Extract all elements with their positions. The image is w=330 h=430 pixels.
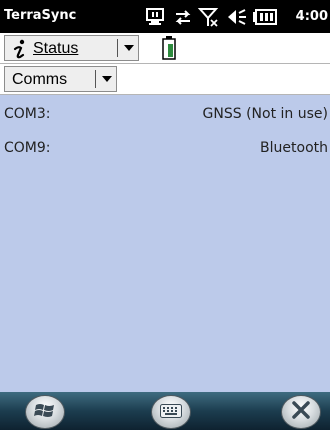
dropdown-separator <box>117 39 118 57</box>
info-icon <box>11 38 29 60</box>
taskbar <box>0 392 330 430</box>
connectivity-icon[interactable] <box>142 0 168 33</box>
close-button[interactable] <box>281 395 321 429</box>
keyboard-icon <box>160 403 182 422</box>
chevron-down-icon <box>124 45 134 51</box>
comms-dropdown-label: Comms <box>12 71 68 88</box>
title-bar: TerraSync 4:00 <box>0 0 330 33</box>
start-button[interactable] <box>25 395 65 429</box>
chevron-down-icon <box>102 76 112 82</box>
comms-dropdown[interactable]: Comms <box>4 66 117 92</box>
signal-off-icon[interactable] <box>196 0 222 33</box>
battery-charging-icon <box>162 36 176 60</box>
port-name: COM3: <box>4 106 51 122</box>
subsection-toolbar: Comms <box>0 64 330 95</box>
battery-status-icon[interactable] <box>252 0 278 33</box>
keyboard-button[interactable] <box>151 395 191 429</box>
close-icon <box>291 400 311 424</box>
port-name: COM9: <box>4 140 51 156</box>
clock[interactable]: 4:00 <box>296 9 328 24</box>
section-toolbar: Status <box>0 33 330 64</box>
port-usage: GNSS (Not in use) <box>202 106 328 122</box>
sync-arrows-icon[interactable] <box>170 0 196 33</box>
speaker-icon[interactable] <box>224 0 250 33</box>
comms-list: COM3: GNSS (Not in use) COM9: Bluetooth <box>0 95 330 392</box>
list-item[interactable]: COM9: Bluetooth <box>0 140 330 162</box>
status-dropdown[interactable]: Status <box>4 35 139 61</box>
app-title: TerraSync <box>4 8 77 23</box>
port-usage: Bluetooth <box>260 140 328 156</box>
windows-start-icon <box>34 400 56 424</box>
dropdown-separator <box>95 70 96 88</box>
list-item[interactable]: COM3: GNSS (Not in use) <box>0 106 330 128</box>
status-dropdown-label: Status <box>33 40 79 57</box>
